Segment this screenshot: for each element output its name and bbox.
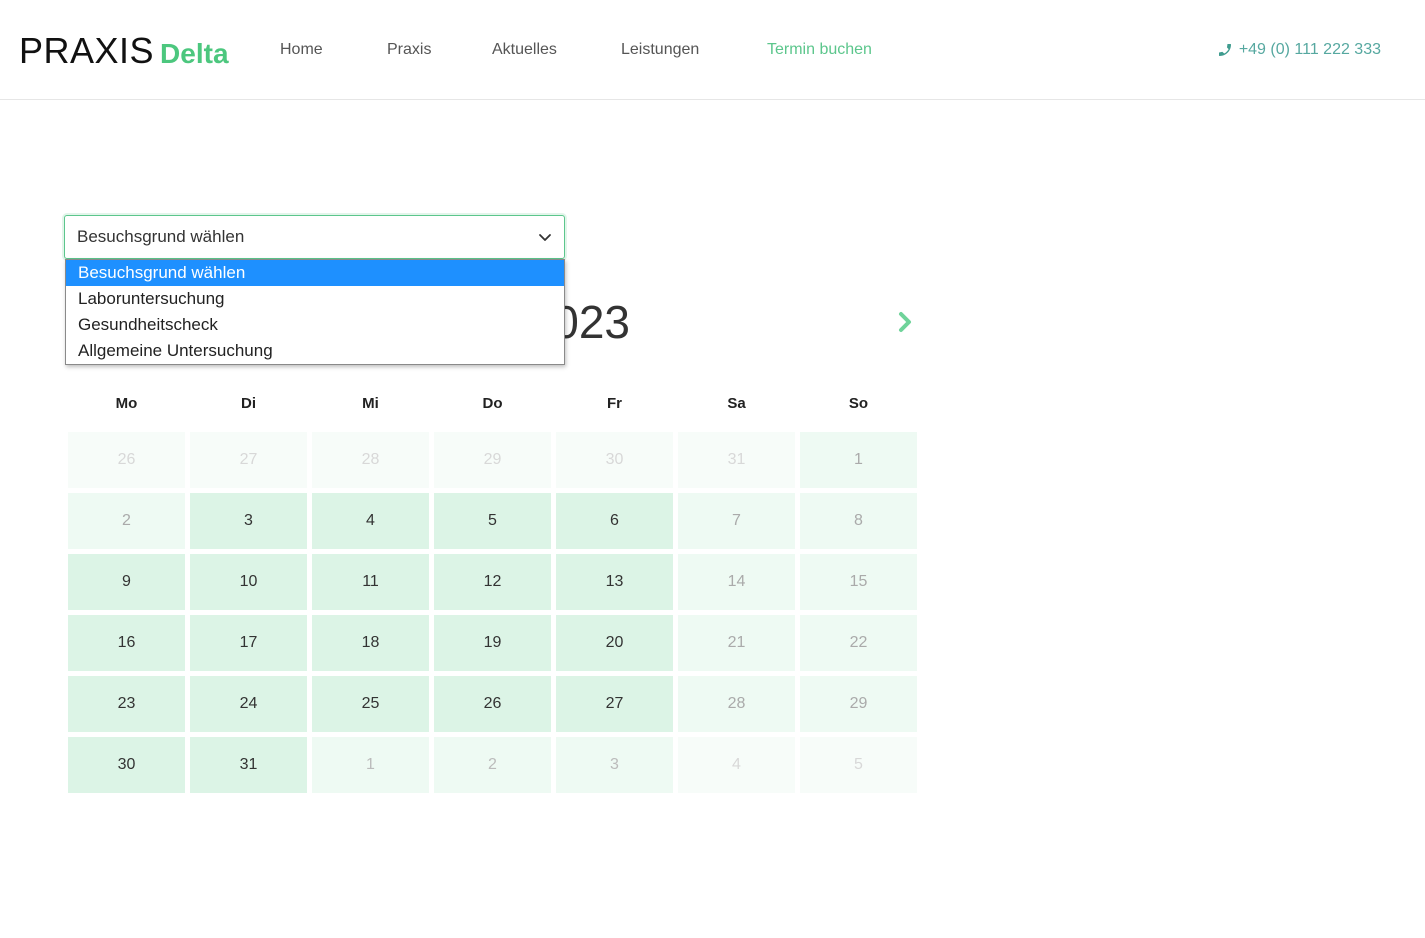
- dropdown-option[interactable]: Laboruntersuchung: [66, 286, 564, 312]
- calendar-day-available[interactable]: 27: [556, 676, 673, 732]
- calendar-day-available[interactable]: 31: [190, 737, 307, 793]
- nav-leistungen[interactable]: Leistungen: [621, 40, 699, 60]
- calendar-day: 1: [800, 432, 917, 488]
- nav-home[interactable]: Home: [280, 40, 323, 60]
- phone-icon: [1217, 42, 1233, 58]
- next-month-button[interactable]: [893, 308, 917, 336]
- chevron-down-icon: [538, 230, 552, 244]
- calendar-day: 29: [434, 432, 551, 488]
- nav-aktuelles[interactable]: Aktuelles: [492, 40, 557, 60]
- phone-number: +49 (0) 111 222 333: [1238, 41, 1381, 58]
- visit-reason-select[interactable]: Besuchsgrund wählen: [64, 215, 565, 259]
- calendar-day-available[interactable]: 25: [312, 676, 429, 732]
- calendar-day-available[interactable]: 3: [190, 493, 307, 549]
- weekday-label: So: [848, 395, 869, 412]
- weekday-label: Sa: [727, 395, 746, 412]
- chevron-right-icon: [899, 312, 911, 332]
- calendar-day: 28: [678, 676, 795, 732]
- weekday-label: Mo: [115, 395, 138, 412]
- calendar-day: 21: [678, 615, 795, 671]
- calendar-day: 30: [556, 432, 673, 488]
- calendar-day: 3: [556, 737, 673, 793]
- calendar-day-available[interactable]: 30: [68, 737, 185, 793]
- calendar-day-available[interactable]: 9: [68, 554, 185, 610]
- logo[interactable]: PRAXIS Delta: [19, 30, 229, 71]
- calendar-day: 2: [434, 737, 551, 793]
- calendar-day-available[interactable]: 6: [556, 493, 673, 549]
- weekday-label: Di: [241, 395, 256, 412]
- calendar-day: 1: [312, 737, 429, 793]
- calendar-day: 2: [68, 493, 185, 549]
- calendar-day-available[interactable]: 4: [312, 493, 429, 549]
- calendar-day: 31: [678, 432, 795, 488]
- nav-termin-buchen[interactable]: Termin buchen: [767, 40, 872, 60]
- calendar-day-available[interactable]: 26: [434, 676, 551, 732]
- logo-main-text: PRAXIS: [19, 30, 155, 71]
- calendar-day-available[interactable]: 13: [556, 554, 673, 610]
- weekday-label: Mi: [362, 395, 379, 412]
- calendar-day: 26: [68, 432, 185, 488]
- weekday-header-row: Mo Di Mi Do Fr Sa So: [68, 392, 918, 416]
- calendar-day: 28: [312, 432, 429, 488]
- select-value: Besuchsgrund wählen: [77, 227, 245, 246]
- calendar-day-available[interactable]: 10: [190, 554, 307, 610]
- calendar-day: 27: [190, 432, 307, 488]
- calendar-day: 8: [800, 493, 917, 549]
- calendar-day-available[interactable]: 18: [312, 615, 429, 671]
- calendar-day: 14: [678, 554, 795, 610]
- dropdown-option[interactable]: Gesundheitscheck: [66, 312, 564, 338]
- weekday-label: Do: [482, 395, 503, 412]
- weekday-label: Fr: [607, 395, 622, 412]
- site-header: PRAXIS Delta Home Praxis Aktuelles Leist…: [0, 0, 1425, 100]
- dropdown-option[interactable]: Besuchsgrund wählen: [66, 260, 564, 286]
- logo-accent-text: Delta: [160, 38, 229, 69]
- calendar-day-available[interactable]: 23: [68, 676, 185, 732]
- calendar-day: 7: [678, 493, 795, 549]
- calendar-day: 22: [800, 615, 917, 671]
- calendar-day-available[interactable]: 12: [434, 554, 551, 610]
- calendar-day-available[interactable]: 5: [434, 493, 551, 549]
- calendar-day-available[interactable]: 11: [312, 554, 429, 610]
- calendar-day-available[interactable]: 20: [556, 615, 673, 671]
- dropdown-option[interactable]: Allgemeine Untersuchung: [66, 338, 564, 364]
- calendar-day: 5: [800, 737, 917, 793]
- calendar-day-available[interactable]: 24: [190, 676, 307, 732]
- calendar-day-available[interactable]: 19: [434, 615, 551, 671]
- visit-reason-dropdown: Besuchsgrund wählen Laboruntersuchung Gesu…: [65, 259, 565, 365]
- calendar-day: 4: [678, 737, 795, 793]
- calendar-grid: 26 27 28 29 30 31 1 2 3 4 5 6 7 8 9 10 11 12 13 14 15 16 17 18 1…: [68, 432, 918, 793]
- phone-link[interactable]: +49 (0) 111 222 333: [1217, 40, 1381, 60]
- nav-praxis[interactable]: Praxis: [387, 40, 431, 60]
- calendar-day: 15: [800, 554, 917, 610]
- calendar-day-available[interactable]: 16: [68, 615, 185, 671]
- calendar-day: 29: [800, 676, 917, 732]
- calendar-day-available[interactable]: 17: [190, 615, 307, 671]
